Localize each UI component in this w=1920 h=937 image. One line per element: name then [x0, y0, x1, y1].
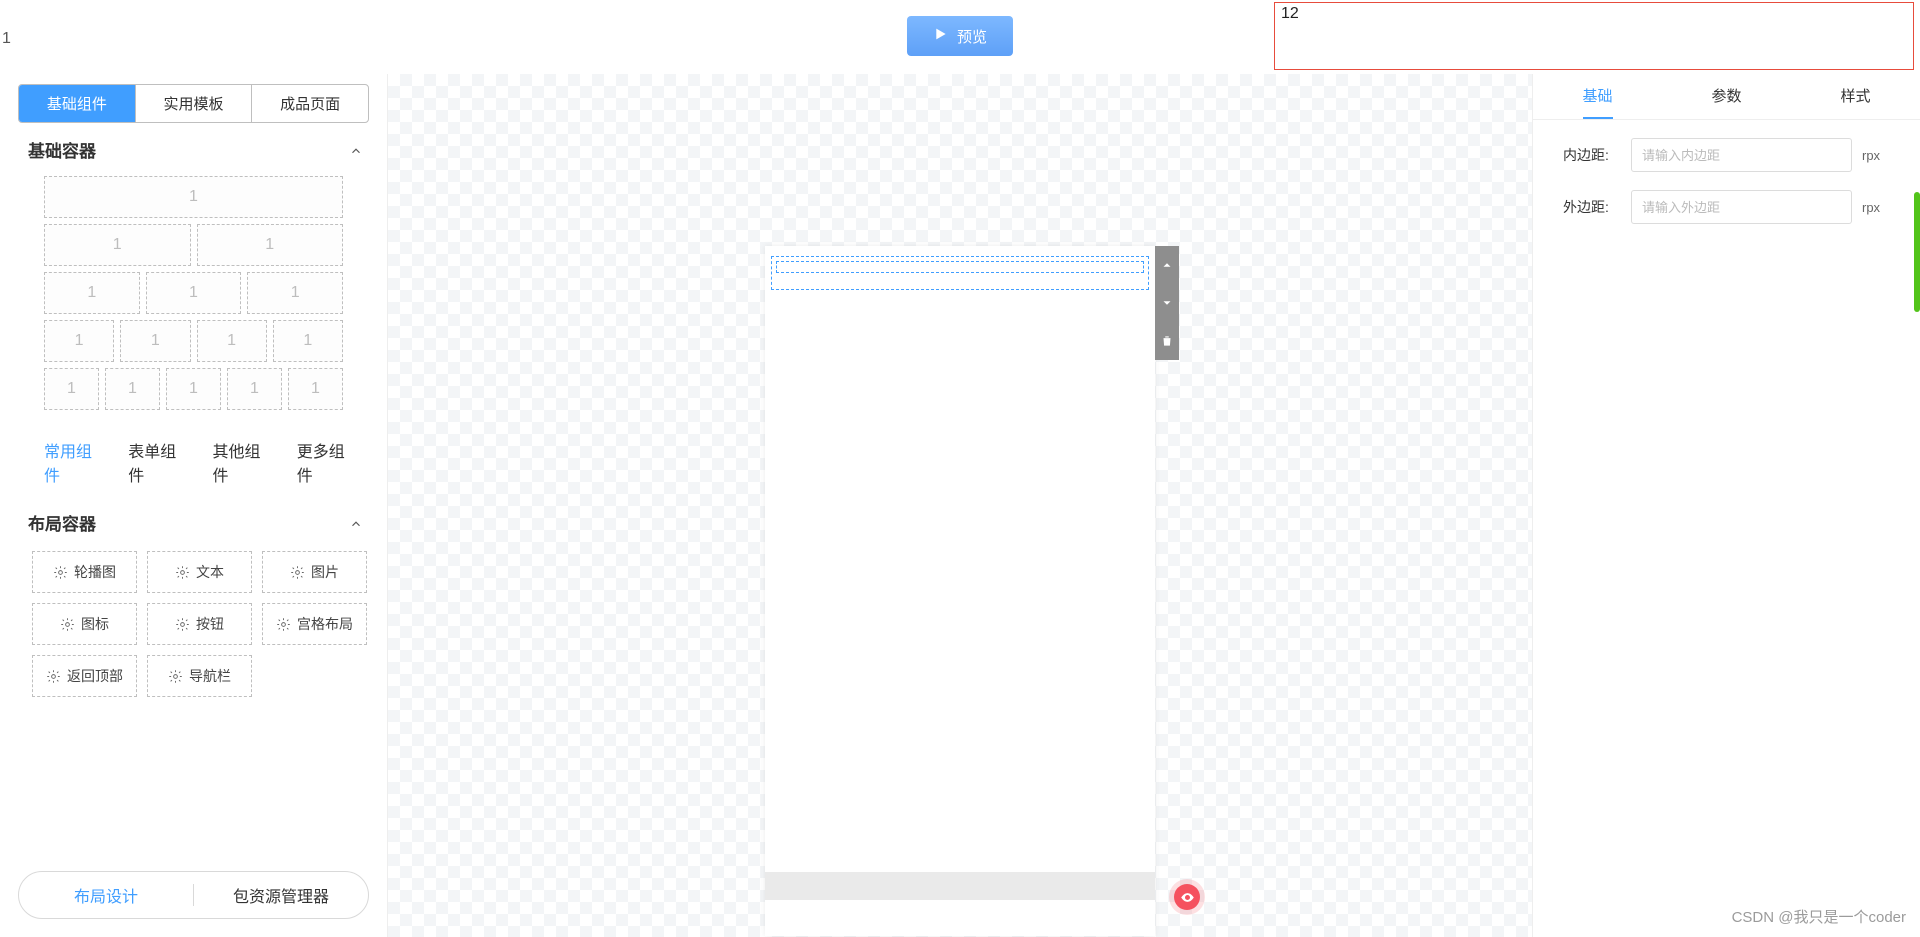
component-icon[interactable]: 图标 — [32, 603, 137, 645]
gear-icon — [60, 617, 75, 632]
layout-preset-4c[interactable]: 1 — [197, 320, 267, 362]
section-basic-containers-label: 基础容器 — [28, 137, 96, 162]
layout-preset-5c[interactable]: 1 — [166, 368, 221, 410]
margin-row: 外边距: rpx — [1533, 172, 1920, 224]
right-tabs: 基础 参数 样式 — [1533, 74, 1920, 120]
layout-preset-4a[interactable]: 1 — [44, 320, 114, 362]
chevron-up-icon — [349, 516, 363, 530]
gear-icon — [53, 565, 68, 580]
selected-block[interactable] — [771, 256, 1149, 290]
gear-icon — [276, 617, 291, 632]
layout-preset-5e[interactable]: 1 — [288, 368, 343, 410]
padding-input[interactable] — [1631, 138, 1852, 172]
chevron-up-icon — [349, 143, 363, 157]
layout-preset-5a[interactable]: 1 — [44, 368, 99, 410]
component-grid[interactable]: 宫格布局 — [262, 603, 367, 645]
layout-preset-5d[interactable]: 1 — [227, 368, 282, 410]
layout-preset-2b[interactable]: 1 — [197, 224, 344, 266]
gear-icon — [46, 669, 61, 684]
preview-label: 预览 — [957, 26, 987, 47]
subtab-form[interactable]: 表单组件 — [128, 438, 190, 486]
tab-basic-components[interactable]: 基础组件 — [19, 85, 135, 122]
layout-preset-4d[interactable]: 1 — [273, 320, 343, 362]
layout-preset-4b[interactable]: 1 — [120, 320, 190, 362]
bottom-resource-manager[interactable]: 包资源管理器 — [194, 883, 368, 907]
delete-button[interactable] — [1155, 322, 1179, 360]
right-scrollbar[interactable] — [1914, 192, 1920, 312]
component-button[interactable]: 按钮 — [147, 603, 252, 645]
padding-unit: rpx — [1862, 148, 1890, 163]
top-right-note-box[interactable]: 12 — [1274, 2, 1914, 70]
padding-row: 内边距: rpx — [1533, 120, 1920, 172]
rtab-basic[interactable]: 基础 — [1533, 74, 1662, 119]
margin-unit: rpx — [1862, 200, 1890, 215]
layout-preset-2a[interactable]: 1 — [44, 224, 191, 266]
subtab-more[interactable]: 更多组件 — [297, 438, 359, 486]
rtab-style[interactable]: 样式 — [1791, 74, 1920, 119]
gear-icon — [175, 617, 190, 632]
selected-block-inner — [776, 261, 1144, 273]
layout-preset-5b[interactable]: 1 — [105, 368, 160, 410]
right-panel: 基础 参数 样式 内边距: rpx 外边距: rpx — [1532, 74, 1920, 937]
top-right-note-text: 12 — [1281, 5, 1299, 22]
component-carousel[interactable]: 轮播图 — [32, 551, 137, 593]
top-header: 1 预览 12 — [0, 0, 1920, 74]
left-bottom-switch: 布局设计 包资源管理器 — [18, 871, 369, 919]
move-up-button[interactable] — [1155, 246, 1179, 284]
tab-finished-pages[interactable]: 成品页面 — [251, 85, 368, 122]
section-layout-header[interactable]: 布局容器 — [0, 496, 387, 543]
components-grid: 轮播图 文本 图片 图标 按钮 宫格布局 返回顶部 导航栏 — [0, 543, 387, 697]
phone-footer-area — [765, 872, 1155, 900]
gear-icon — [175, 565, 190, 580]
layout-grid-presets: 1 1 1 1 1 1 1 1 1 1 1 1 — [0, 170, 387, 416]
canvas-fab-button[interactable] — [1174, 884, 1200, 910]
layout-preset-3c[interactable]: 1 — [247, 272, 343, 314]
layout-preset-3a[interactable]: 1 — [44, 272, 140, 314]
margin-input[interactable] — [1631, 190, 1852, 224]
component-text[interactable]: 文本 — [147, 551, 252, 593]
left-panel: 基础组件 实用模板 成品页面 基础容器 1 1 1 1 1 1 — [0, 74, 388, 937]
component-navbar[interactable]: 导航栏 — [147, 655, 252, 697]
component-image[interactable]: 图片 — [262, 551, 367, 593]
bottom-layout-design[interactable]: 布局设计 — [19, 883, 193, 907]
component-subtabs: 常用组件 表单组件 其他组件 更多组件 — [0, 416, 387, 496]
padding-label: 内边距: — [1563, 145, 1621, 165]
phone-bottom-bar — [765, 902, 1155, 936]
section-basic-containers-header[interactable]: 基础容器 — [0, 123, 387, 170]
subtab-other[interactable]: 其他组件 — [213, 438, 275, 486]
rtab-params[interactable]: 参数 — [1662, 74, 1791, 119]
gear-icon — [290, 565, 305, 580]
gear-icon — [168, 669, 183, 684]
canvas-tool-column — [1155, 246, 1179, 360]
preview-button[interactable]: 预览 — [907, 16, 1013, 56]
tab-useful-templates[interactable]: 实用模板 — [135, 85, 252, 122]
subtab-common[interactable]: 常用组件 — [44, 438, 106, 486]
canvas-area[interactable] — [388, 74, 1532, 937]
margin-label: 外边距: — [1563, 197, 1621, 217]
left-main-tabs: 基础组件 实用模板 成品页面 — [18, 84, 369, 123]
eye-icon — [1180, 890, 1195, 905]
play-icon — [933, 26, 949, 46]
component-back-top[interactable]: 返回顶部 — [32, 655, 137, 697]
layout-preset-3b[interactable]: 1 — [146, 272, 242, 314]
section-layout-label: 布局容器 — [28, 510, 96, 535]
header-left-number: 1 — [2, 30, 11, 48]
layout-preset-1[interactable]: 1 — [44, 176, 343, 218]
phone-preview[interactable] — [765, 246, 1155, 936]
move-down-button[interactable] — [1155, 284, 1179, 322]
